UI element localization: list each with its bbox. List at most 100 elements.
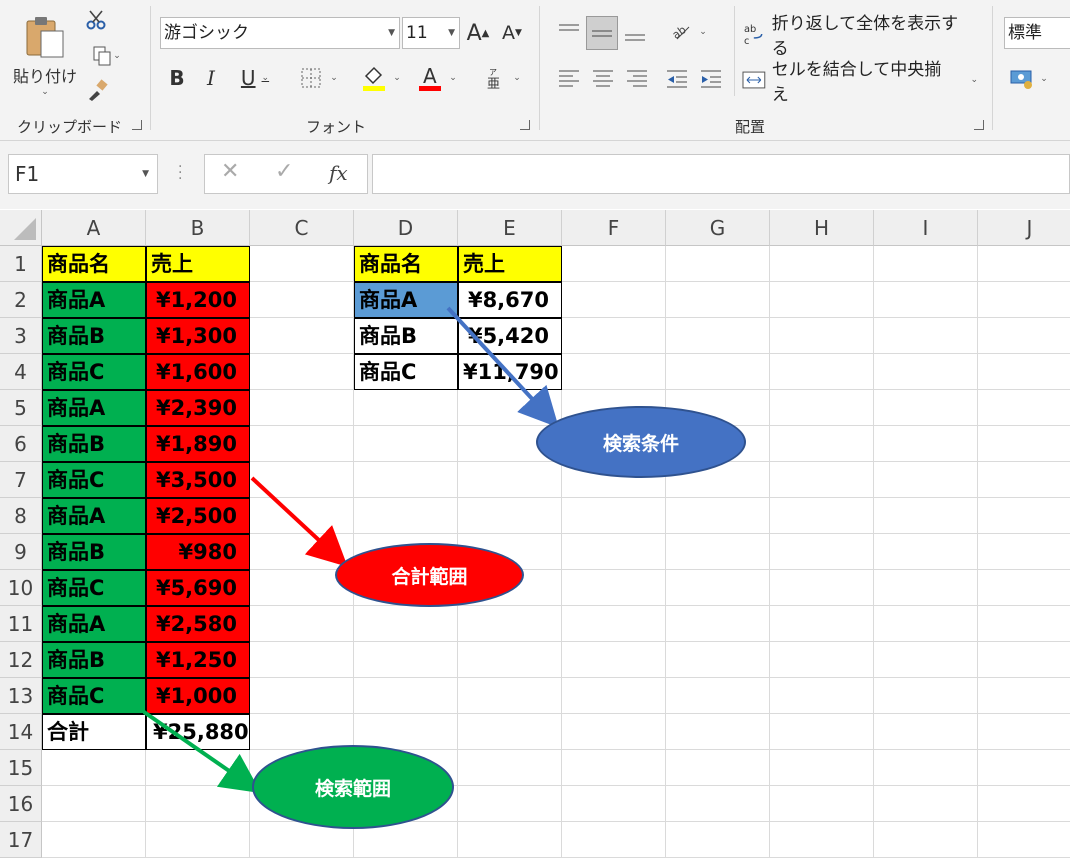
grid-cell[interactable]: [562, 750, 666, 786]
table1-name-cell[interactable]: 商品C: [42, 462, 146, 498]
grid-cell[interactable]: [250, 642, 354, 678]
grid-cell[interactable]: [874, 642, 978, 678]
row-header[interactable]: 10: [0, 570, 42, 606]
grid-cell[interactable]: [874, 246, 978, 282]
align-top-button[interactable]: [554, 16, 584, 48]
table1-name-cell[interactable]: 商品B: [42, 426, 146, 462]
grid-cell[interactable]: [770, 354, 874, 390]
grid-cell[interactable]: [874, 786, 978, 822]
table1-header-sales-cell[interactable]: 売上: [146, 246, 250, 282]
table2-header-sales-cell[interactable]: 売上: [458, 246, 562, 282]
grid-cell[interactable]: [978, 714, 1070, 750]
grid-cell[interactable]: [562, 642, 666, 678]
grid-cell[interactable]: [458, 606, 562, 642]
grid-cell[interactable]: [458, 462, 562, 498]
grid-cell[interactable]: [978, 606, 1070, 642]
grid-cell[interactable]: [666, 318, 770, 354]
grid-cell[interactable]: [770, 246, 874, 282]
column-header[interactable]: I: [874, 210, 978, 246]
table1-sales-cell[interactable]: ¥1,200: [146, 282, 250, 318]
grid-cell[interactable]: [250, 246, 354, 282]
formula-input[interactable]: [372, 154, 1070, 194]
grid-cell[interactable]: [250, 426, 354, 462]
table1-sales-cell[interactable]: ¥1,890: [146, 426, 250, 462]
grid-cell[interactable]: [354, 462, 458, 498]
merge-center-button[interactable]: セルを結合して中央揃え ⌄: [742, 60, 978, 105]
grid-cell[interactable]: [458, 642, 562, 678]
row-header[interactable]: 5: [0, 390, 42, 426]
decrease-indent-button[interactable]: [662, 64, 692, 94]
grid-cell[interactable]: [562, 282, 666, 318]
row-header[interactable]: 9: [0, 534, 42, 570]
clipboard-launcher-icon[interactable]: [132, 120, 142, 130]
increase-indent-button[interactable]: [696, 64, 726, 94]
table1-sales-cell[interactable]: ¥2,500: [146, 498, 250, 534]
font-name-select[interactable]: 游ゴシック ▼: [160, 17, 400, 49]
grid-cell[interactable]: [562, 786, 666, 822]
grid-cell[interactable]: [666, 750, 770, 786]
grid-cell[interactable]: [770, 570, 874, 606]
table2-sales-cell[interactable]: ¥5,420: [458, 318, 562, 354]
grid-cell[interactable]: [978, 822, 1070, 858]
wrap-text-button[interactable]: ab c 折り返して全体を表示する: [742, 14, 972, 59]
grid-cell[interactable]: [874, 714, 978, 750]
grid-cell[interactable]: [562, 498, 666, 534]
accounting-format-button[interactable]: ⌄: [1004, 64, 1054, 94]
grid-cell[interactable]: [770, 822, 874, 858]
grid-cell[interactable]: [42, 750, 146, 786]
grid-cell[interactable]: [770, 678, 874, 714]
grid-cell[interactable]: [770, 426, 874, 462]
grid-cell[interactable]: [978, 678, 1070, 714]
grid-cell[interactable]: [666, 246, 770, 282]
bold-button[interactable]: B: [164, 64, 190, 92]
grid-cell[interactable]: [874, 678, 978, 714]
grid-cell[interactable]: [562, 570, 666, 606]
row-header[interactable]: 12: [0, 642, 42, 678]
grid-cell[interactable]: [874, 534, 978, 570]
grid-cell[interactable]: [458, 390, 562, 426]
grid-cell[interactable]: [458, 786, 562, 822]
increase-font-size-button[interactable]: A ▲: [464, 18, 492, 48]
grid-cell[interactable]: [978, 426, 1070, 462]
grid-cell[interactable]: [354, 678, 458, 714]
font-color-button[interactable]: A ⌄: [412, 62, 462, 94]
row-header[interactable]: 6: [0, 426, 42, 462]
grid-cell[interactable]: [250, 390, 354, 426]
grid-cell[interactable]: [458, 750, 562, 786]
grid-cell[interactable]: [666, 570, 770, 606]
grid-cell[interactable]: [874, 282, 978, 318]
column-header[interactable]: D: [354, 210, 458, 246]
grid-cell[interactable]: [354, 606, 458, 642]
grid-cell[interactable]: [874, 822, 978, 858]
enter-check-icon[interactable]: ✓: [275, 159, 293, 184]
grid-cell[interactable]: [978, 246, 1070, 282]
table1-sales-cell[interactable]: ¥1,000: [146, 678, 250, 714]
grid-cell[interactable]: [562, 822, 666, 858]
alignment-launcher-icon[interactable]: [974, 120, 984, 130]
grid-cell[interactable]: [146, 822, 250, 858]
grid-cell[interactable]: [146, 750, 250, 786]
grid-cell[interactable]: [562, 534, 666, 570]
grid-cell[interactable]: [770, 786, 874, 822]
align-center-button[interactable]: [588, 64, 618, 94]
cut-button[interactable]: [84, 8, 108, 32]
grid-cell[interactable]: [666, 678, 770, 714]
grid-cell[interactable]: [562, 246, 666, 282]
underline-button[interactable]: U ⌄: [232, 64, 278, 92]
table1-name-cell[interactable]: 商品B: [42, 318, 146, 354]
row-header[interactable]: 13: [0, 678, 42, 714]
table1-header-name-cell[interactable]: 商品名: [42, 246, 146, 282]
grid-cell[interactable]: [770, 750, 874, 786]
table1-sales-cell[interactable]: ¥2,390: [146, 390, 250, 426]
font-launcher-icon[interactable]: [520, 120, 530, 130]
column-header[interactable]: C: [250, 210, 354, 246]
grid-cell[interactable]: [42, 786, 146, 822]
table1-sales-cell[interactable]: ¥980: [146, 534, 250, 570]
grid-cell[interactable]: [978, 462, 1070, 498]
table2-sales-cell[interactable]: ¥8,670: [458, 282, 562, 318]
grid-cell[interactable]: [874, 426, 978, 462]
grid-cell[interactable]: [562, 354, 666, 390]
grid-cell[interactable]: [770, 534, 874, 570]
insert-function-icon[interactable]: fx: [329, 161, 348, 185]
table1-sales-cell[interactable]: ¥3,500: [146, 462, 250, 498]
